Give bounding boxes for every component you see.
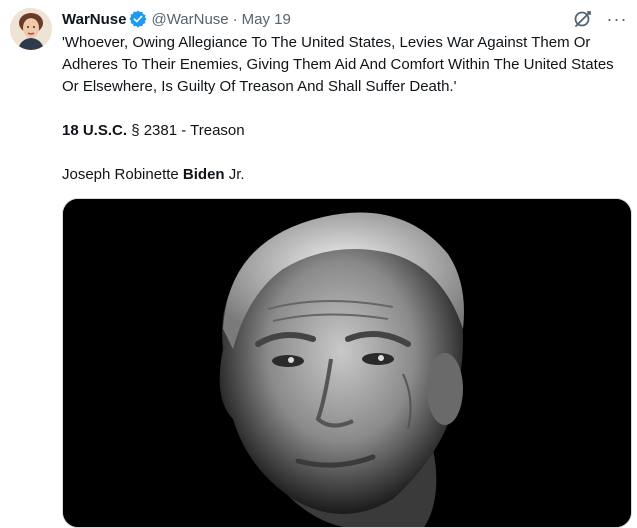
author-display-name[interactable]: WarNuse — [62, 11, 126, 28]
tweet-name-line: Joseph Robinette Biden Jr. — [62, 164, 634, 186]
author-handle[interactable]: @WarNuse — [151, 11, 228, 28]
more-icon[interactable]: ··· — [607, 9, 627, 29]
name-first: Joseph Robinette — [62, 166, 183, 183]
separator-dot: · — [232, 10, 238, 28]
tweet[interactable]: WarNuse @WarNuse · May 19 ··· 'Whoever, … — [0, 0, 637, 528]
grok-icon[interactable] — [573, 9, 593, 29]
avatar[interactable] — [10, 8, 52, 50]
verified-badge-icon[interactable] — [129, 10, 148, 28]
tweet-date[interactable]: May 19 — [242, 11, 291, 28]
name-last: Jr. — [224, 166, 245, 183]
tweet-citation: 18 U.S.C. § 2381 - Treason — [62, 120, 634, 142]
tweet-header: WarNuse @WarNuse · May 19 ··· — [62, 8, 627, 30]
citation-title: § 2381 - Treason — [127, 122, 245, 139]
name-bold: Biden — [182, 166, 225, 183]
citation-code: 18 U.S.C. — [62, 122, 128, 139]
header-actions: ··· — [573, 8, 627, 30]
tweet-media-image[interactable] — [62, 198, 632, 528]
tweet-quote: 'Whoever, Owing Allegiance To The United… — [62, 34, 614, 95]
tweet-text: 'Whoever, Owing Allegiance To The United… — [62, 32, 634, 186]
